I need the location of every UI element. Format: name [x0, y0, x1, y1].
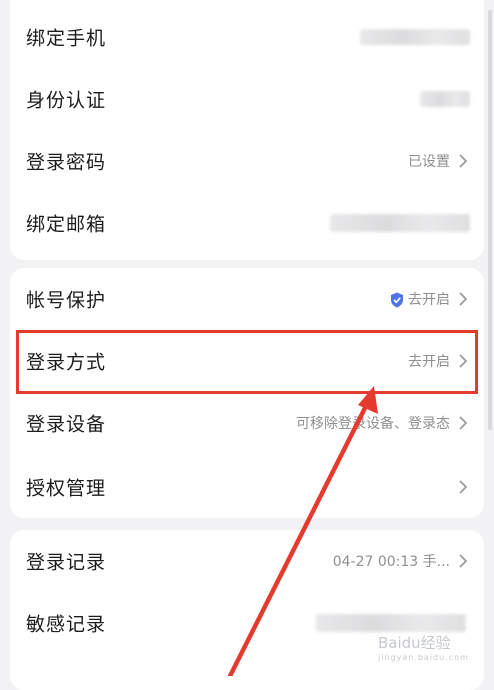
authorization-management-row[interactable]: 授权管理 — [10, 456, 484, 518]
sensitive-records-label: 敏感记录 — [26, 613, 107, 636]
watermark-url: jingyan.baidu.com — [378, 653, 469, 662]
bind-phone-label: 绑定手机 — [26, 27, 107, 50]
login-records-value: 04-27 00:13 手... — [332, 554, 450, 570]
account-binding-card: 绑定手机 身份认证 登录密码 已设置 绑定邮箱 — [10, 0, 484, 260]
account-protection-value: 去开启 — [390, 289, 450, 309]
login-records-label: 登录记录 — [26, 551, 107, 574]
bind-phone-row[interactable]: 绑定手机 — [10, 6, 484, 68]
login-password-label: 登录密码 — [26, 151, 107, 174]
baidu-watermark: Baidu经验 jingyan.baidu.com — [378, 632, 469, 662]
bind-email-value-redacted — [330, 214, 470, 232]
scrollbar[interactable] — [488, 10, 492, 430]
bind-phone-value-redacted — [360, 29, 470, 45]
highlight-box — [16, 330, 478, 394]
login-devices-value: 可移除登录设备、登录态 — [296, 416, 450, 432]
chevron-right-icon — [459, 154, 468, 168]
login-password-value: 已设置 — [408, 154, 450, 170]
chevron-right-icon — [459, 292, 468, 306]
login-records-row[interactable]: 登录记录 04-27 00:13 手... — [10, 530, 484, 592]
login-password-row[interactable]: 登录密码 已设置 — [10, 130, 484, 192]
identity-verification-label: 身份认证 — [26, 89, 107, 112]
login-devices-row[interactable]: 登录设备 可移除登录设备、登录态 — [10, 392, 484, 454]
account-protection-value-text: 去开启 — [408, 292, 450, 308]
identity-verification-row[interactable]: 身份认证 — [10, 68, 484, 130]
sensitive-records-value-redacted — [316, 614, 466, 632]
chevron-right-icon — [459, 554, 468, 568]
login-devices-label: 登录设备 — [26, 413, 107, 436]
identity-verification-value-redacted — [420, 91, 470, 107]
shield-check-icon — [391, 292, 403, 308]
bind-email-row[interactable]: 绑定邮箱 — [10, 192, 484, 254]
authorization-management-label: 授权管理 — [26, 477, 107, 500]
records-card: 登录记录 04-27 00:13 手... 敏感记录 — [10, 530, 484, 690]
account-protection-label: 帐号保护 — [26, 289, 107, 312]
chevron-right-icon — [459, 416, 468, 430]
watermark-brand: Baidu经验 — [378, 634, 451, 652]
account-protection-row[interactable]: 帐号保护 去开启 — [10, 268, 484, 330]
chevron-right-icon — [459, 480, 468, 494]
bind-email-label: 绑定邮箱 — [26, 213, 107, 236]
